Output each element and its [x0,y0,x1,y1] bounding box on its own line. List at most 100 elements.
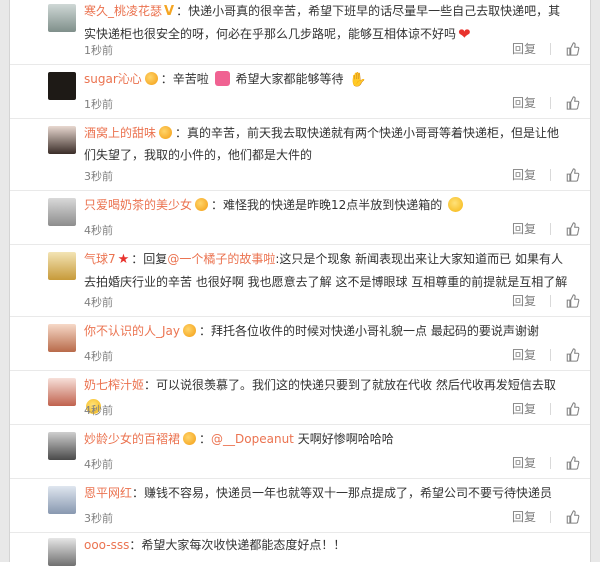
username-link[interactable]: 你不认识的人_Jay [84,324,180,338]
member-medal-icon [159,126,173,139]
divider [550,222,551,235]
comment-item: 奶七榨汁姬：可以说很羡慕了。我们这的快递只要到了就放在代收 然后代收再发短信去取… [10,370,590,425]
comment-time: 4秒前 [84,458,113,471]
mention-link[interactable]: @一个橘子的故事啦 [167,252,275,266]
username-link[interactable]: 酒窝上的甜味 [84,126,156,140]
avatar[interactable] [48,324,76,352]
text-prefix: ： [199,432,212,446]
comment-text-block: 气球7 ★ ：回复@一个橘子的故事啦:这只是个现象 新闻表现出来让大家知道而已 如果… [84,248,570,293]
reply-prefix: ：回复 [131,252,168,266]
comment-text-block: 恩平网红：赚钱不容易，快递员一年也就等双十一那点提成了，希望公司不要亏待快递员 [84,482,570,504]
comment-actions: 回复 [512,400,580,417]
comment-text-block: 你不认识的人_Jay ：拜托各位收件的时候对快递小哥礼貌一点 最起码的要说声谢谢 [84,320,570,342]
comment-actions: 回复 [512,454,580,471]
heart-gift-emoji-icon [214,71,230,86]
right-gutter [590,0,600,562]
reply-button[interactable]: 回复 [512,508,536,525]
username-link[interactable]: 恩平网红 [84,486,132,500]
reply-button[interactable]: 回复 [512,40,536,57]
comment-body: ：拜托各位收件的时候对快递小哥礼貌一点 最起码的要说声谢谢 [199,324,539,338]
comment-item: 妙龄少女的百褶裙 ：@__Dopeanut 天啊好惨啊哈哈哈 4秒前 回复 [10,424,590,479]
comment-text-block: 奶七榨汁姬：可以说很羡慕了。我们这的快递只要到了就放在代收 然后代收再发短信去取 [84,374,570,418]
reply-button[interactable]: 回复 [512,166,536,183]
comment-time: 4秒前 [84,404,113,417]
comment-time: 4秒前 [84,224,113,237]
avatar[interactable] [48,4,76,32]
comment-item: 只爱喝奶茶的美少女 ：难怪我的快递是昨晚12点半放到快递箱的 4秒前 回复 [10,190,590,245]
avatar[interactable] [48,432,76,460]
like-thumb-icon[interactable] [565,509,580,524]
like-thumb-icon[interactable] [565,167,580,182]
divider [550,168,551,181]
member-medal-icon [195,198,209,211]
comment-time: 4秒前 [84,296,113,309]
comment-text-block: 酒窝上的甜味 ：真的辛苦，前天我去取快递就有两个快递小哥哥等着快递柜，但是让他们失… [84,122,570,166]
divider [550,96,551,109]
comment-actions: 回复 [512,166,580,183]
left-gutter [0,0,10,562]
username-link[interactable]: 奶七榨汁姬 [84,378,144,392]
reply-button[interactable]: 回复 [512,220,536,237]
divider [550,294,551,307]
avatar[interactable] [48,486,76,514]
reply-button[interactable]: 回复 [512,346,536,363]
comment-time: 3秒前 [84,512,113,525]
avatar[interactable] [48,252,76,280]
comment-body: 天啊好惨啊哈哈哈 [297,432,394,446]
mention-link[interactable]: @__Dopeanut [211,432,294,446]
comment-actions: 回复 [512,292,580,309]
like-thumb-icon[interactable] [565,41,580,56]
divider [550,348,551,361]
like-thumb-icon[interactable] [565,455,580,470]
comment-body: ：希望大家每次收快递都能态度好点！！ [129,538,346,552]
comment-body: ：赚钱不容易，快递员一年也就等双十一那点提成了，希望公司不要亏待快递员 [132,486,553,500]
comment-text-block: 妙龄少女的百褶裙 ：@__Dopeanut 天啊好惨啊哈哈哈 [84,428,570,450]
like-thumb-icon[interactable] [565,347,580,362]
comment-body: ：辛苦啦 [160,72,209,86]
divider [550,42,551,55]
comment-actions: 回复 [512,94,580,111]
member-medal-icon [144,72,158,85]
comment-item: ooo-sss：希望大家每次收快递都能态度好点！！ [10,532,590,566]
verified-v-icon: V [164,4,175,19]
comment-body-2: 希望大家都能够等待 [235,72,344,86]
hand-emoji-icon: ✋ [349,72,367,88]
comment-body: ：可以说很羡慕了。我们这的快递只要到了就放在代收 然后代收再发短信去取 [144,378,556,392]
comment-time: 1秒前 [84,98,113,111]
comment-text-block: sugar沁心 ：辛苦啦 希望大家都能够等待 ✋ [84,68,570,91]
username-link[interactable]: 妙龄少女的百褶裙 [84,432,180,446]
avatar[interactable] [48,198,76,226]
star-badge-icon: ★ [117,252,130,267]
comment-text-block: 只爱喝奶茶的美少女 ：难怪我的快递是昨晚12点半放到快递箱的 [84,194,570,216]
comment-time: 4秒前 [84,350,113,363]
comment-actions: 回复 [512,508,580,525]
reply-button[interactable]: 回复 [512,292,536,309]
like-thumb-icon[interactable] [565,401,580,416]
comment-item: 你不认识的人_Jay ：拜托各位收件的时候对快递小哥礼貌一点 最起码的要说声谢谢 … [10,316,590,371]
reply-button[interactable]: 回复 [512,94,536,111]
username-link[interactable]: 气球7 [84,252,116,266]
avatar[interactable] [48,72,76,100]
member-medal-icon [183,324,196,337]
comment-actions: 回复 [512,40,580,57]
reply-button[interactable]: 回复 [512,454,536,471]
comment-time: 3秒前 [84,170,113,183]
like-thumb-icon[interactable] [565,293,580,308]
username-link[interactable]: sugar沁心 [84,72,142,86]
like-thumb-icon[interactable] [565,95,580,110]
comment-item: 气球7 ★ ：回复@一个橘子的故事啦:这只是个现象 新闻表现出来让大家知道而已 如果… [10,244,590,317]
username-link[interactable]: ooo-sss [84,538,129,552]
comment-time: 1秒前 [84,44,113,57]
laughing-emoji-icon [448,197,464,212]
member-medal-icon [183,432,197,445]
divider [550,510,551,523]
divider [550,456,551,469]
comment-feed: 寒久_桃凌花瑟 V ：快递小哥真的很辛苦，希望下班早的话尽量早一些自己去取快递吧，其… [10,0,590,566]
username-link[interactable]: 寒久_桃凌花瑟 [84,4,162,18]
comment-text-block: 寒久_桃凌花瑟 V ：快递小哥真的很辛苦，希望下班早的话尽量早一些自己去取快递吧，其… [84,0,570,45]
reply-button[interactable]: 回复 [512,400,536,417]
avatar[interactable] [48,126,76,154]
username-link[interactable]: 只爱喝奶茶的美少女 [84,198,192,212]
avatar[interactable] [48,378,76,406]
like-thumb-icon[interactable] [565,221,580,236]
